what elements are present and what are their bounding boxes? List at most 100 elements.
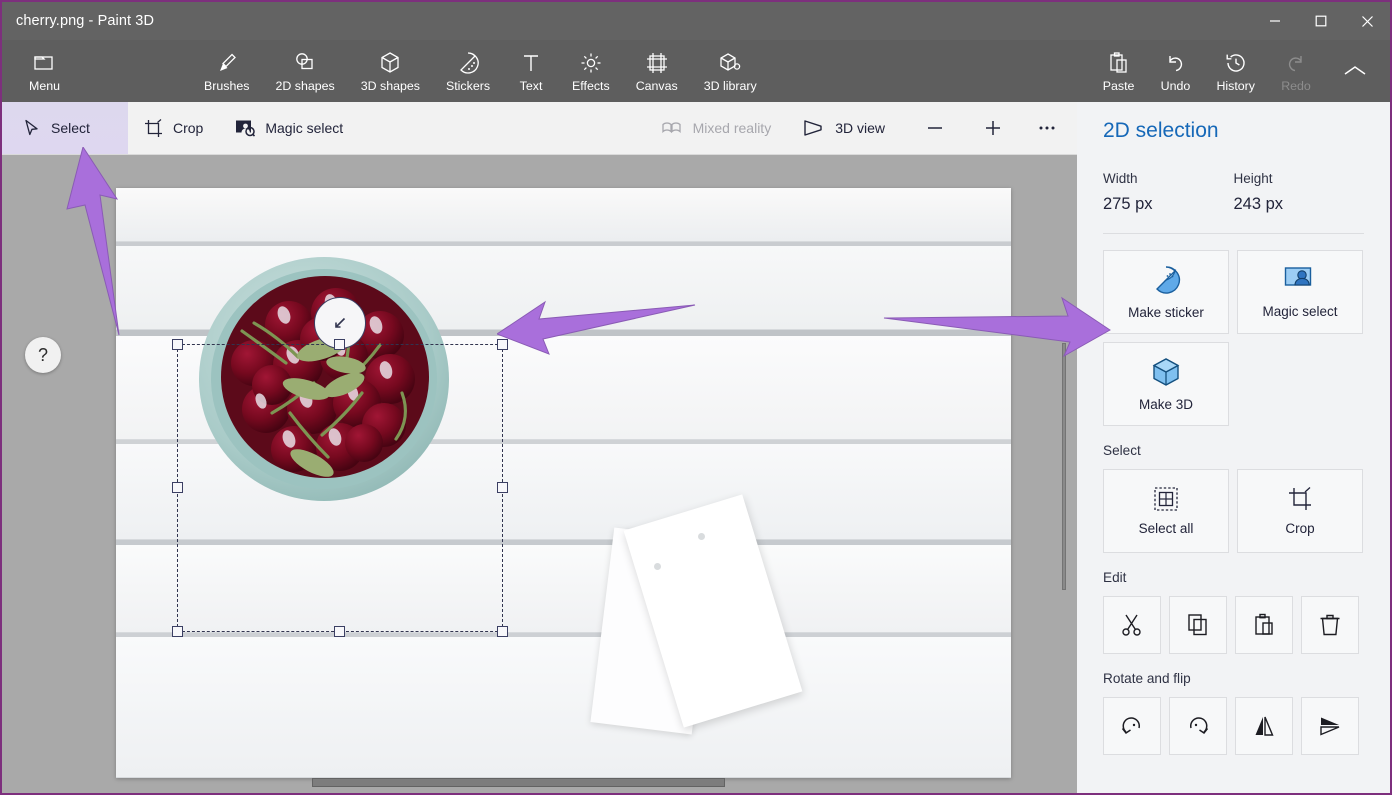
ribbon-label-effects: Effects [572,78,610,93]
2d-shapes-icon [292,50,318,76]
folder-icon [33,50,57,76]
selection-handle-bottom-right[interactable] [497,626,508,637]
cursor-icon [24,119,41,137]
minimize-button[interactable] [1252,2,1298,40]
height-value: 243 px [1233,195,1284,213]
vertical-scrollbar-thumb[interactable] [1062,343,1066,590]
ribbon-label-2d-shapes: 2D shapes [275,78,335,93]
help-button[interactable]: ? [25,337,61,373]
ribbon-label-3d-shapes: 3D shapes [360,78,420,93]
paper-tag-hole-right [698,533,705,540]
magic-select-label: Magic select [1262,303,1338,319]
width-value: 275 px [1103,195,1153,213]
vertical-scrollbar[interactable] [1060,343,1068,590]
crop-icon [144,118,163,138]
more-options-button[interactable] [1025,106,1069,150]
crop-button[interactable]: Crop [1237,469,1363,553]
history-icon [1224,50,1248,76]
help-label: ? [37,344,48,365]
selection-marquee[interactable] [172,297,508,637]
rotate-arrow-icon [335,317,346,328]
ribbon-item-2d-shapes[interactable]: 2D shapes [262,42,347,100]
rotate-group-buttons [1077,686,1390,755]
make-3d-button[interactable]: Make 3D [1103,342,1229,426]
ribbon-item-undo[interactable]: Undo [1147,42,1203,100]
selection-handle-bottom-left[interactable] [172,626,183,637]
paste-button[interactable] [1235,596,1293,654]
ribbon-label-canvas: Canvas [635,78,678,93]
close-button[interactable] [1344,2,1390,40]
rotate-right-button[interactable] [1169,697,1227,755]
ribbon-item-3d-library[interactable]: 3D library [691,42,770,100]
maximize-button[interactable] [1298,2,1344,40]
selection-handle-middle-left[interactable] [172,482,183,493]
rotate-left-button[interactable] [1103,697,1161,755]
3d-library-icon [718,50,742,76]
text-icon [520,50,542,76]
tool-magic-select[interactable]: Magic select [219,102,359,154]
cube-icon [1151,357,1181,390]
ribbon-item-stickers[interactable]: Stickers [433,42,503,100]
brush-icon [215,50,239,76]
edit-group-label: Edit [1103,570,1127,585]
title-bar: cherry.png - Paint 3D [2,2,1390,40]
properties-panel: 2D selection Width 275 px Height 243 px [1077,102,1390,793]
ribbon-item-text[interactable]: Text [503,42,559,100]
ribbon-item-history[interactable]: History [1203,42,1268,100]
tool-label-3d-view: 3D view [835,120,885,136]
ribbon-label-paste: Paste [1102,78,1135,93]
cut-button[interactable] [1103,596,1161,654]
chevron-up-icon [1342,58,1368,84]
selection-actions: Make sticker Magic select Make 3D [1077,234,1390,426]
ribbon-label-brushes: Brushes [204,78,250,93]
ribbon-label-text: Text [519,78,543,93]
ribbon-item-brushes[interactable]: Brushes [191,42,262,100]
ribbon-label-stickers: Stickers [445,78,491,93]
zoom-out-button[interactable] [913,106,957,150]
tool-label-crop: Crop [173,120,204,136]
window-controls [1252,2,1390,40]
ribbon-item-3d-shapes[interactable]: 3D shapes [348,42,433,100]
selection-handle-middle-right[interactable] [497,482,508,493]
selection-handle-bottom-center[interactable] [334,626,345,637]
flip-vertical-button[interactable] [1301,697,1359,755]
selection-handle-top-center[interactable] [334,339,345,350]
flip-horizontal-button[interactable] [1235,697,1293,755]
main-ribbon: Menu Brushes 2D shapes 3D shapes Sticker… [2,40,1390,102]
selection-dimensions: Width 275 px Height 243 px [1077,143,1390,214]
tool-crop[interactable]: Crop [128,102,219,154]
canvas-area[interactable]: ? [2,155,1077,793]
horizontal-scrollbar[interactable] [116,778,1011,787]
select-group-label: Select [1103,443,1141,458]
select-all-button[interactable]: Select all [1103,469,1229,553]
make-sticker-button[interactable]: Make sticker [1103,250,1229,334]
collapse-ribbon-button[interactable] [1324,42,1386,100]
ribbon-item-menu[interactable]: Menu [16,42,73,100]
copy-button[interactable] [1169,596,1227,654]
delete-button[interactable] [1301,596,1359,654]
magic-select-icon [1284,266,1316,297]
ribbon-label-menu: Menu [29,78,60,93]
rotate-group-label: Rotate and flip [1103,671,1191,686]
selection-handle-top-left[interactable] [172,339,183,350]
ribbon-item-redo: Redo [1268,42,1324,100]
selection-handle-top-right[interactable] [497,339,508,350]
tool-select[interactable]: Select [2,102,128,154]
tool-mixed-reality: Mixed reality [645,102,788,154]
ribbon-item-canvas[interactable]: Canvas [623,42,691,100]
edit-group-buttons [1077,585,1390,654]
paint3d-window: cherry.png - Paint 3D Menu Brushes 2D sh… [0,0,1392,795]
width-field: Width 275 px [1103,171,1234,214]
magic-select-icon [235,119,256,137]
tool-3d-view[interactable]: 3D view [787,102,901,154]
mixed-reality-icon [661,119,683,137]
undo-icon [1163,50,1187,76]
redo-icon [1284,50,1308,76]
height-field: Height 243 px [1234,171,1365,214]
magic-select-button[interactable]: Magic select [1237,250,1363,334]
paper-tag-hole-left [654,563,661,570]
horizontal-scrollbar-thumb[interactable] [312,778,725,787]
ribbon-item-effects[interactable]: Effects [559,42,623,100]
zoom-in-button[interactable] [971,106,1015,150]
ribbon-item-paste[interactable]: Paste [1090,42,1148,100]
